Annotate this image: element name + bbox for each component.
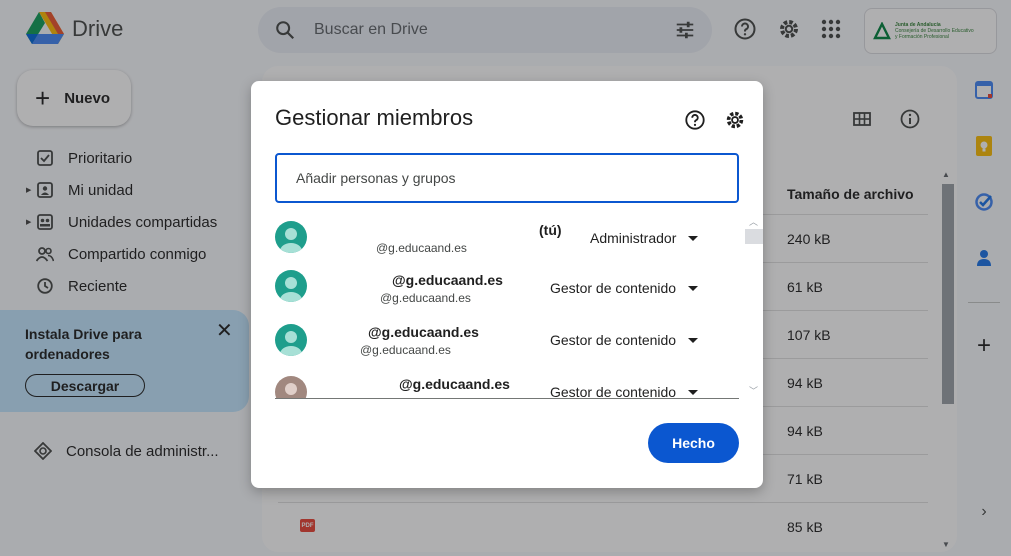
member-row: @g.educaand.es @g.educaand.es Gestor de …: [275, 321, 745, 371]
list-scrollbar-thumb[interactable]: [745, 229, 763, 244]
done-button[interactable]: Hecho: [648, 423, 739, 463]
avatar[interactable]: [275, 324, 307, 356]
list-scroll-up-icon[interactable]: ︿: [749, 215, 758, 228]
manage-members-dialog: Gestionar miembros (tú) @g.educaand.es A…: [251, 81, 763, 488]
role-label: Administrador: [590, 230, 677, 246]
role-label: Gestor de contenido: [550, 280, 677, 296]
member-row: @g.educaand.es @g.educaand.es Gestor de …: [275, 269, 745, 319]
member-name: @g.educaand.es: [368, 324, 479, 340]
role-dropdown[interactable]: Administrador: [590, 230, 699, 246]
role-label: Gestor de contenido: [550, 332, 677, 348]
avatar[interactable]: [275, 376, 307, 399]
members-list: (tú) @g.educaand.es Administrador @g.edu…: [251, 213, 763, 399]
list-divider: [275, 398, 739, 399]
add-people-input[interactable]: [275, 153, 739, 203]
chevron-down-icon: [688, 389, 699, 395]
role-label: Gestor de contenido: [550, 384, 677, 399]
chevron-down-icon: [688, 285, 699, 291]
member-email: @g.educaand.es: [360, 343, 451, 357]
member-name: (tú): [539, 222, 562, 238]
member-email: @g.educaand.es: [376, 241, 467, 255]
member-row: (tú) @g.educaand.es Administrador: [275, 219, 745, 269]
list-scroll-down-icon[interactable]: ﹀: [749, 384, 758, 397]
member-name: @g.educaand.es: [392, 272, 503, 288]
help-icon[interactable]: [684, 109, 706, 131]
member-name: @g.educaand.es: [399, 376, 510, 392]
member-email: @g.educaand.es: [380, 291, 471, 305]
role-dropdown[interactable]: Gestor de contenido: [550, 280, 699, 296]
dialog-title: Gestionar miembros: [275, 105, 474, 130]
avatar[interactable]: [275, 221, 307, 253]
role-dropdown[interactable]: Gestor de contenido: [550, 332, 699, 348]
settings-gear-icon[interactable]: [724, 109, 746, 131]
chevron-down-icon: [688, 235, 699, 241]
member-row: @g.educaand.es Gestor de contenido: [275, 373, 745, 399]
avatar[interactable]: [275, 270, 307, 302]
role-dropdown[interactable]: Gestor de contenido: [550, 384, 699, 399]
chevron-down-icon: [688, 337, 699, 343]
